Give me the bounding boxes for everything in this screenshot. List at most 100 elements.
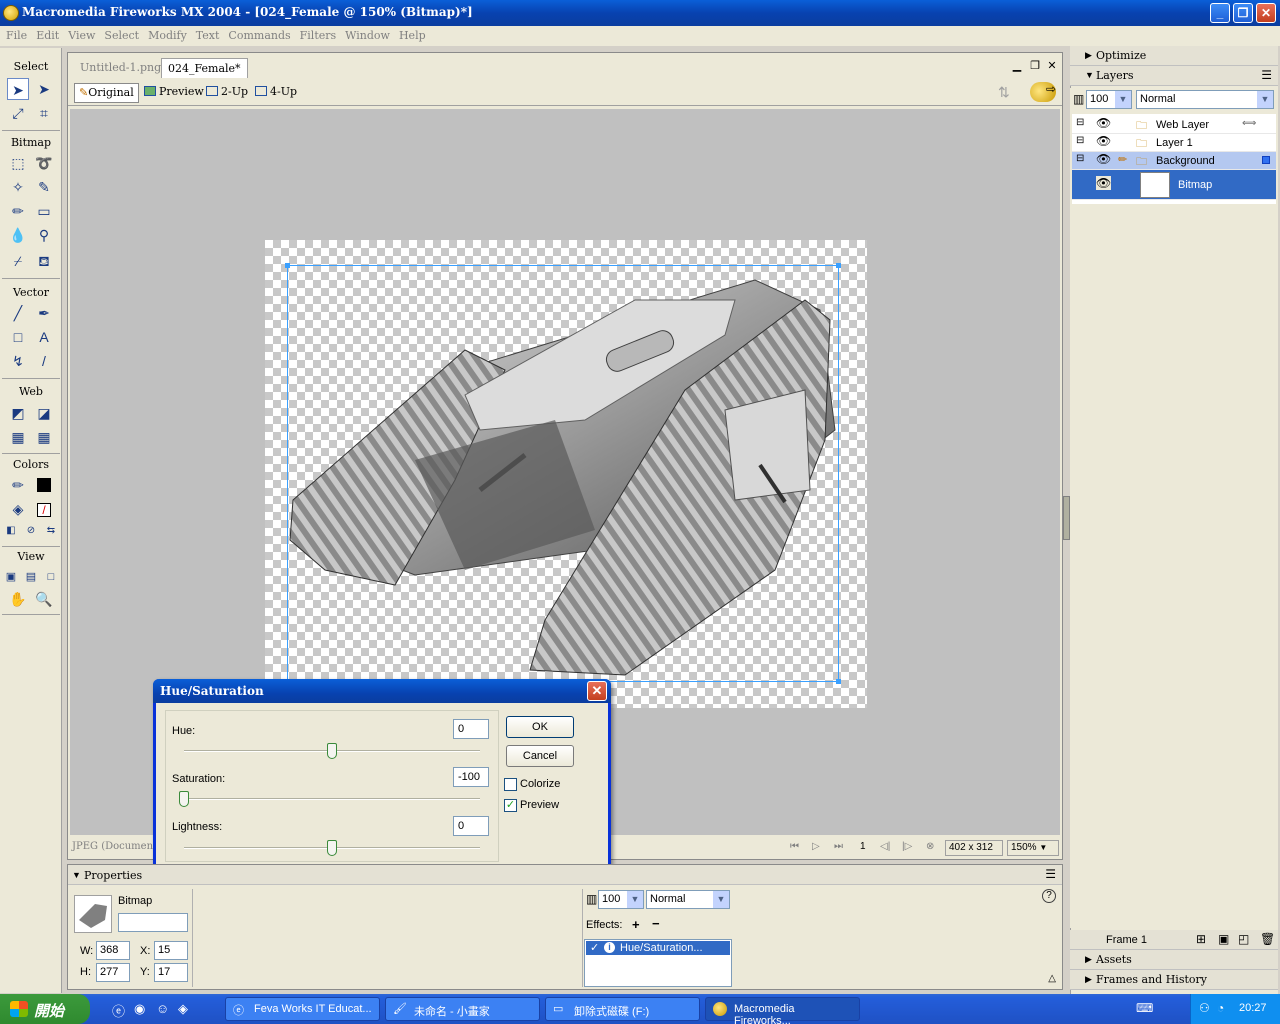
- lightness-slider-thumb[interactable]: [327, 840, 337, 856]
- pencil-tool-icon[interactable]: ✏: [7, 200, 29, 222]
- menu-filters[interactable]: Filters: [294, 26, 340, 42]
- menu-help[interactable]: Help: [393, 26, 429, 42]
- slice-tool-icon[interactable]: ◪: [33, 402, 55, 424]
- fill-color-icon[interactable]: ◈: [7, 498, 29, 520]
- eraser-tool-icon[interactable]: ▭: [33, 200, 55, 222]
- doc-close-icon[interactable]: ✕: [1045, 59, 1059, 73]
- rectangle-tool-icon[interactable]: □: [7, 326, 29, 348]
- text-tool-icon[interactable]: A: [33, 326, 55, 348]
- next-frame-icon[interactable]: |▷: [902, 841, 912, 852]
- layer-row-background[interactable]: ⊟ 👁 ✏ 🗀 Background: [1072, 152, 1276, 170]
- pen-tool-icon[interactable]: ✒: [33, 302, 55, 324]
- stroke-color-icon[interactable]: ✏: [7, 474, 29, 496]
- volume-tray-icon[interactable]: ◔: [1217, 1001, 1224, 1015]
- full-screen-mode-icon[interactable]: □: [40, 566, 62, 588]
- menu-window[interactable]: Window: [339, 26, 393, 42]
- info-icon[interactable]: i: [604, 942, 615, 953]
- effect-item-hue-saturation[interactable]: ✓ i Hue/Saturation...: [586, 941, 730, 955]
- blur-tool-icon[interactable]: 💧: [7, 224, 29, 246]
- layers-options-icon[interactable]: ☰: [1261, 68, 1272, 82]
- full-screen-menus-icon[interactable]: ▤: [20, 566, 42, 588]
- freeform-tool-icon[interactable]: ↯: [7, 350, 29, 372]
- view-preview-button[interactable]: Preview: [140, 83, 208, 103]
- layer-name[interactable]: Layer 1: [1156, 137, 1193, 149]
- eye-icon[interactable]: 👁: [1096, 134, 1111, 148]
- preview-checkbox[interactable]: ✓: [504, 799, 517, 812]
- layer-row-layer-1[interactable]: ⊟ 👁 🗀 Layer 1: [1072, 134, 1276, 152]
- pointer-tool-icon[interactable]: ➤: [7, 78, 29, 100]
- view-2up-button[interactable]: 2-Up: [202, 83, 252, 103]
- collapse-triangle-icon[interactable]: ▼: [72, 870, 81, 880]
- marquee-tool-icon[interactable]: ⬚: [7, 152, 29, 174]
- messenger-quicklaunch-icon[interactable]: ☺: [156, 1001, 169, 1016]
- doc-restore-icon[interactable]: ❐: [1028, 59, 1042, 73]
- collapse-toggle-icon[interactable]: ⊟: [1076, 135, 1084, 146]
- add-mask-icon[interactable]: ◰: [1238, 932, 1249, 946]
- menu-edit[interactable]: Edit: [30, 26, 62, 42]
- minimize-button[interactable]: _: [1210, 3, 1230, 23]
- taskbar-item-removable-disk[interactable]: ▭ 卸除式磁碟 (F:): [545, 997, 700, 1021]
- hotspot-tool-icon[interactable]: ◩: [7, 402, 29, 424]
- share-layer-icon[interactable]: ⟺: [1242, 118, 1256, 129]
- menu-commands[interactable]: Commands: [222, 26, 293, 42]
- layer-name[interactable]: Background: [1156, 155, 1215, 167]
- fill-color-swatch[interactable]: /: [33, 498, 55, 520]
- taskbar-item-fireworks[interactable]: Macromedia Fireworks...: [705, 997, 860, 1024]
- view-original-button[interactable]: ✎Original: [74, 83, 139, 103]
- close-button[interactable]: ✕: [1256, 3, 1276, 23]
- menu-view[interactable]: View: [62, 26, 98, 42]
- paint-bucket-tool-icon[interactable]: ⛾: [33, 250, 55, 272]
- lightness-input[interactable]: 0: [453, 816, 489, 836]
- media-quicklaunch-icon[interactable]: ◉: [134, 1001, 145, 1017]
- knife-tool-icon[interactable]: /: [33, 350, 55, 372]
- standard-screen-mode-icon[interactable]: ▣: [0, 566, 22, 588]
- zoom-level-dropdown[interactable]: 150% ▼: [1007, 840, 1059, 856]
- brush-tool-icon[interactable]: ✎: [33, 176, 55, 198]
- layer-name[interactable]: Bitmap: [1178, 179, 1212, 191]
- width-field[interactable]: 368: [96, 941, 130, 960]
- resize-handle-bottom-right[interactable]: [836, 679, 841, 684]
- resize-handle-top-left[interactable]: [285, 263, 290, 268]
- taskbar-item-paint[interactable]: 🖌 未命名 - 小畫家: [385, 997, 540, 1021]
- crop-tool-icon[interactable]: ⌗: [33, 102, 55, 124]
- lasso-tool-icon[interactable]: ➰: [33, 152, 55, 174]
- previous-frame-icon[interactable]: ◁|: [880, 841, 890, 852]
- optimize-panel-header[interactable]: ▶ Optimize: [1070, 46, 1278, 66]
- taskbar-item-feva-works[interactable]: ⓔ Feva Works IT Educat...: [225, 997, 380, 1021]
- rubber-stamp-tool-icon[interactable]: ⚲: [33, 224, 55, 246]
- fireworks-app-icon[interactable]: [3, 5, 19, 21]
- no-color-icon[interactable]: ⊘: [20, 520, 42, 542]
- properties-header[interactable]: ▼ Properties ☰: [68, 865, 1062, 885]
- layer-row-bitmap[interactable]: 👁 Bitmap: [1072, 170, 1276, 200]
- start-button[interactable]: 開始: [0, 994, 90, 1024]
- language-bar-icon[interactable]: ⌨: [1136, 1001, 1153, 1015]
- canvas[interactable]: [265, 240, 867, 708]
- x-field[interactable]: 15: [154, 941, 188, 960]
- layers-blend-dropdown[interactable]: Normal ▼: [1136, 90, 1274, 109]
- restore-button[interactable]: ❐: [1233, 3, 1253, 23]
- remove-effect-icon[interactable]: −: [652, 916, 660, 931]
- colorize-checkbox[interactable]: [504, 778, 517, 791]
- height-field[interactable]: 277: [96, 963, 130, 982]
- eye-icon[interactable]: 👁: [1096, 176, 1112, 190]
- ie-quicklaunch-icon[interactable]: ⓔ: [112, 1001, 125, 1020]
- quick-export-icon[interactable]: ⇅: [998, 84, 1010, 101]
- checkmark-icon[interactable]: ✓: [590, 941, 599, 955]
- eye-icon[interactable]: 👁: [1096, 116, 1111, 130]
- collapse-properties-icon[interactable]: △: [1048, 973, 1056, 984]
- layers-panel-header[interactable]: ▼ Layers ☰: [1070, 66, 1278, 86]
- collapse-toggle-icon[interactable]: ⊟: [1076, 153, 1084, 164]
- launch-editor-icon[interactable]: ⇨: [1030, 82, 1056, 102]
- subselection-tool-icon[interactable]: ➤: [33, 78, 55, 100]
- object-name-field[interactable]: [118, 913, 188, 932]
- hide-slices-icon[interactable]: ▦: [7, 426, 29, 448]
- selection-bounding-box[interactable]: [285, 263, 841, 684]
- blend-mode-dropdown[interactable]: Normal ▼: [646, 890, 730, 909]
- assets-panel-header[interactable]: ▶ Assets: [1070, 950, 1278, 970]
- resize-handle-top-right[interactable]: [836, 263, 841, 268]
- opacity-dropdown[interactable]: 100 ▼: [598, 890, 644, 909]
- last-frame-icon[interactable]: ⏭: [834, 841, 843, 852]
- collapse-toggle-icon[interactable]: ⊟: [1076, 117, 1084, 128]
- new-sub-layer-icon[interactable]: ⊞: [1196, 932, 1206, 946]
- saturation-slider-track[interactable]: [184, 798, 480, 800]
